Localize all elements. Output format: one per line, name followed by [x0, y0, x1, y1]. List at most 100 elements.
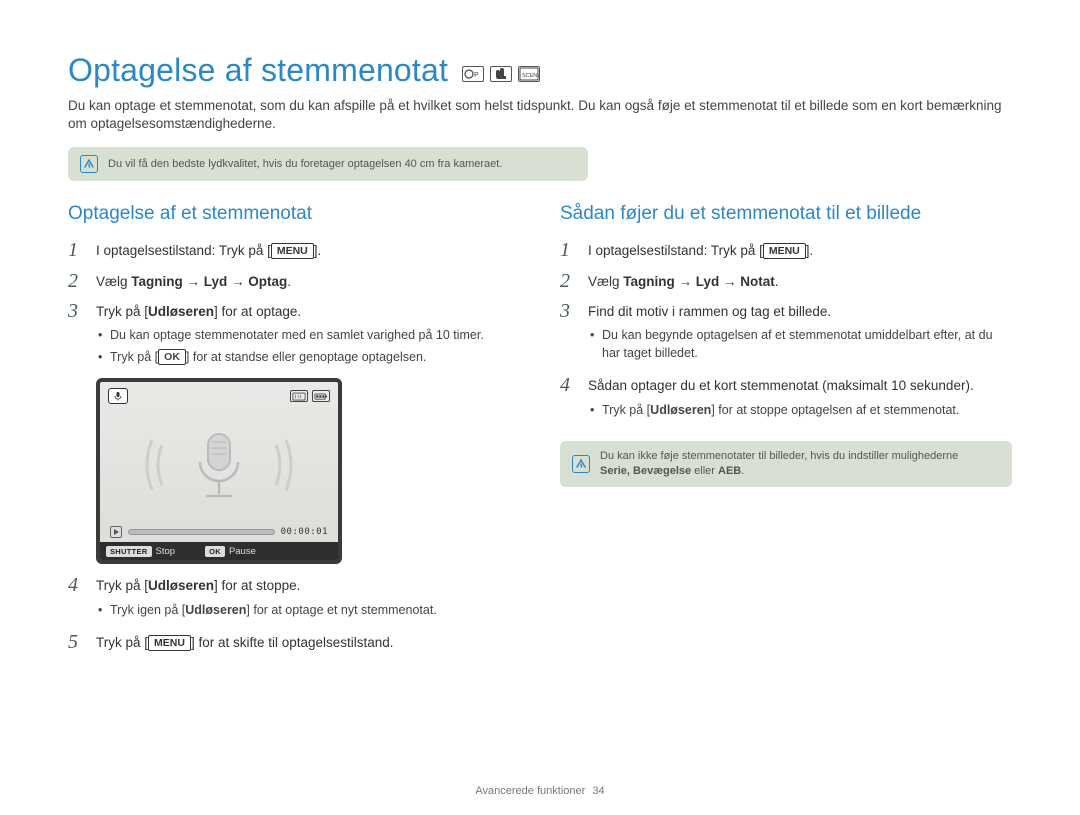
mode-icons: P SCENE	[462, 66, 540, 82]
left-step-3: 3 Tryk på [Udløseren] for at optage. Du …	[68, 300, 520, 371]
shutter-hint: SHUTTER Stop	[106, 546, 175, 557]
step-body: Tryk på [MENU] for at skifte til optagel…	[96, 631, 520, 653]
step-text: Vælg	[96, 274, 131, 289]
step-text: Tryk på [Udløseren] for at stoppe.	[96, 578, 300, 593]
camera-screen-preview: 00:00:01 SHUTTER Stop OK Pause	[96, 378, 342, 564]
shutter-action: Stop	[156, 546, 176, 557]
bullet-list: Du kan begynde optagelsen af et stemmeno…	[588, 326, 1012, 362]
right-column: Sådan føjer du et stemmenotat til et bil…	[560, 203, 1012, 661]
mode-hand-icon	[490, 66, 512, 82]
top-note-box: Du vil få den bedste lydkvalitet, hvis d…	[68, 147, 588, 181]
manual-page: Optagelse af stemmenotat P SCENE Du kan …	[0, 0, 1080, 815]
top-note-text: Du vil få den bedste lydkvalitet, hvis d…	[108, 157, 502, 172]
step-bold: Tagning → Lyd → Notat	[623, 274, 775, 289]
step-text: Sådan optager du et kort stemmenotat (ma…	[588, 378, 974, 393]
step-body: Find dit motiv i rammen og tag et billed…	[588, 300, 1012, 367]
step-bold: Tagning → Lyd → Optag	[131, 274, 287, 289]
content-columns: Optagelse af et stemmenotat 1 I optagels…	[68, 203, 1012, 661]
page-footer: Avancerede funktioner 34	[0, 785, 1080, 797]
bullet-item: Du kan begynde optagelsen af et stemmeno…	[588, 326, 1012, 362]
screen-status-icons	[290, 390, 330, 402]
bullet-text: ] for at standse eller genoptage optagel…	[186, 350, 426, 364]
shutter-word: Udløseren	[148, 578, 214, 593]
right-note-box: Du kan ikke føje stemmenotater til bille…	[560, 441, 1012, 487]
progress-bar	[128, 529, 275, 535]
microphone-icon	[108, 388, 128, 404]
bullet-item: Tryk igen på [Udløseren] for at optage e…	[96, 601, 520, 619]
step-number: 4	[560, 374, 578, 422]
step-text: I optagelsestilstand: Tryk på [	[96, 243, 271, 258]
step-text: Tryk på [Udløseren] for at optage.	[96, 304, 301, 319]
menu-key: MENU	[271, 243, 314, 259]
step-number: 3	[68, 300, 86, 371]
shutter-label: SHUTTER	[106, 546, 152, 557]
step-text: .	[287, 274, 291, 289]
shutter-word: Udløseren	[148, 304, 214, 319]
left-step-5: 5 Tryk på [MENU] for at skifte til optag…	[68, 631, 520, 653]
step-number: 1	[68, 239, 86, 261]
menu-key: MENU	[148, 635, 191, 651]
mode-scene-icon: SCENE	[518, 66, 540, 82]
step-text: Vælg	[588, 274, 623, 289]
bullet-list: Tryk på [Udløseren] for at stoppe optage…	[588, 401, 1012, 419]
svg-text:P: P	[474, 72, 479, 79]
step-number: 5	[68, 631, 86, 653]
ok-action: Pause	[229, 546, 256, 557]
step-text: Tryk på [	[96, 635, 148, 650]
title-row: Optagelse af stemmenotat P SCENE	[68, 52, 1012, 89]
note-icon	[572, 455, 590, 473]
step-body: I optagelsestilstand: Tryk på [MENU].	[96, 239, 520, 261]
bullet-item: Tryk på [OK] for at standse eller genopt…	[96, 348, 520, 366]
bullet-item: Du kan optage stemmenotater med en samle…	[96, 326, 520, 344]
screen-top-bar	[108, 388, 330, 404]
step-text: .	[775, 274, 779, 289]
right-heading: Sådan føjer du et stemmenotat til et bil…	[560, 203, 1012, 225]
step-text: I optagelsestilstand: Tryk på [	[588, 243, 763, 258]
right-step-3: 3 Find dit motiv i rammen og tag et bill…	[560, 300, 1012, 367]
step-body: Sådan optager du et kort stemmenotat (ma…	[588, 374, 1012, 422]
step-number: 4	[68, 574, 86, 622]
bullet-list: Du kan optage stemmenotater med en samle…	[96, 326, 520, 366]
step-text: ].	[806, 243, 814, 258]
progress-row: 00:00:01	[110, 526, 328, 538]
screen-bottom-bar: SHUTTER Stop OK Pause	[100, 542, 338, 560]
step-number: 1	[560, 239, 578, 261]
left-column: Optagelse af et stemmenotat 1 I optagels…	[68, 203, 520, 661]
mic-graphic	[100, 412, 338, 518]
right-step-2: 2 Vælg Tagning → Lyd → Notat.	[560, 270, 1012, 292]
right-note-text: Du kan ikke føje stemmenotater til bille…	[600, 449, 958, 479]
step-body: Vælg Tagning → Lyd → Optag.	[96, 270, 520, 292]
step-text: ] for at skifte til optagelsestilstand.	[191, 635, 394, 650]
right-step-4: 4 Sådan optager du et kort stemmenotat (…	[560, 374, 1012, 422]
step-number: 2	[68, 270, 86, 292]
left-step-1: 1 I optagelsestilstand: Tryk på [MENU].	[68, 239, 520, 261]
page-title: Optagelse af stemmenotat	[68, 52, 448, 89]
step-body: Tryk på [Udløseren] for at stoppe. Tryk …	[96, 574, 520, 622]
mode-p-icon: P	[462, 66, 484, 82]
note-icon	[80, 155, 98, 173]
svg-text:SCENE: SCENE	[522, 73, 539, 79]
left-step-4: 4 Tryk på [Udløseren] for at stoppe. Try…	[68, 574, 520, 622]
step-body: Vælg Tagning → Lyd → Notat.	[588, 270, 1012, 292]
bullet-text: Tryk på [	[110, 350, 158, 364]
ok-key: OK	[158, 349, 186, 365]
ok-hint: OK Pause	[205, 546, 256, 557]
left-heading: Optagelse af et stemmenotat	[68, 203, 520, 225]
ok-label: OK	[205, 546, 225, 557]
battery-badge-icon	[312, 390, 330, 402]
intro-text: Du kan optage et stemmenotat, som du kan…	[68, 97, 1012, 133]
storage-badge-icon	[290, 390, 308, 402]
menu-key: MENU	[763, 243, 806, 259]
timer-text: 00:00:01	[281, 527, 328, 537]
left-step-2: 2 Vælg Tagning → Lyd → Optag.	[68, 270, 520, 292]
footer-page-number: 34	[592, 785, 604, 797]
step-text: ].	[314, 243, 322, 258]
play-icon	[110, 526, 122, 538]
step-body: I optagelsestilstand: Tryk på [MENU].	[588, 239, 1012, 261]
step-body: Tryk på [Udløseren] for at optage. Du ka…	[96, 300, 520, 371]
right-step-1: 1 I optagelsestilstand: Tryk på [MENU].	[560, 239, 1012, 261]
step-number: 3	[560, 300, 578, 367]
footer-section: Avancerede funktioner	[475, 785, 585, 797]
step-number: 2	[560, 270, 578, 292]
bullet-list: Tryk igen på [Udløseren] for at optage e…	[96, 601, 520, 619]
